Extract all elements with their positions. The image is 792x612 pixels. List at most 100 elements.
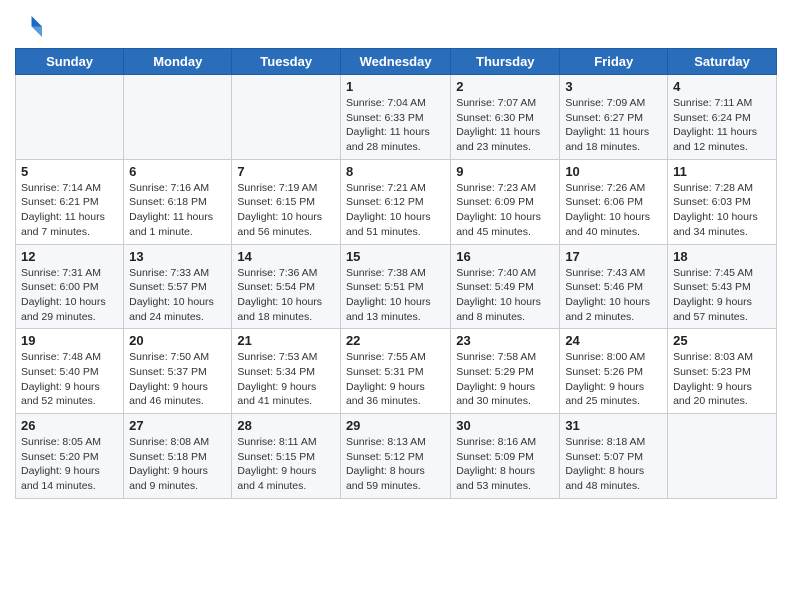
day-info: Sunrise: 7:45 AM Sunset: 5:43 PM Dayligh…: [673, 266, 771, 325]
day-info: Sunrise: 7:23 AM Sunset: 6:09 PM Dayligh…: [456, 181, 554, 240]
calendar-week-row: 26 Sunrise: 8:05 AM Sunset: 5:20 PM Dayli…: [16, 414, 777, 499]
day-number: 21: [237, 333, 335, 348]
day-info: Sunrise: 8:00 AM Sunset: 5:26 PM Dayligh…: [565, 350, 662, 409]
calendar-cell: [668, 414, 777, 499]
calendar-cell: 5 Sunrise: 7:14 AM Sunset: 6:21 PM Daylig…: [16, 159, 124, 244]
day-number: 29: [346, 418, 445, 433]
calendar-week-row: 12Sunrise: 7:31 AM Sunset: 6:00 PM Dayli…: [16, 244, 777, 329]
calendar-week-row: 1Sunrise: 7:04 AM Sunset: 6:33 PM Daylig…: [16, 75, 777, 160]
calendar-cell: 19Sunrise: 7:48 AM Sunset: 5:40 PM Dayli…: [16, 329, 124, 414]
calendar-cell: 14 Sunrise: 7:36 AM Sunset: 5:54 PM Dayli…: [232, 244, 341, 329]
calendar-cell: 16 Sunrise: 7:40 AM Sunset: 5:49 PM Dayli…: [451, 244, 560, 329]
day-info: Sunrise: 8:03 AM Sunset: 5:23 PM Dayligh…: [673, 350, 771, 409]
day-number: 28: [237, 418, 335, 433]
day-number: 26: [21, 418, 118, 433]
weekday-header-tuesday: Tuesday: [232, 49, 341, 75]
weekday-header-saturday: Saturday: [668, 49, 777, 75]
day-info: Sunrise: 7:53 AM Sunset: 5:34 PM Dayligh…: [237, 350, 335, 409]
day-number: 13: [129, 249, 226, 264]
logo: [15, 10, 49, 40]
day-number: 4: [673, 79, 771, 94]
day-info: Sunrise: 7:21 AM Sunset: 6:12 PM Dayligh…: [346, 181, 445, 240]
day-info: Sunrise: 7:38 AM Sunset: 5:51 PM Dayligh…: [346, 266, 445, 325]
day-info: Sunrise: 7:19 AM Sunset: 6:15 PM Dayligh…: [237, 181, 335, 240]
calendar-cell: 17Sunrise: 7:43 AM Sunset: 5:46 PM Dayli…: [560, 244, 668, 329]
calendar-cell: 9 Sunrise: 7:23 AM Sunset: 6:09 PM Daylig…: [451, 159, 560, 244]
calendar-cell: 13 Sunrise: 7:33 AM Sunset: 5:57 PM Dayli…: [124, 244, 232, 329]
day-number: 7: [237, 164, 335, 179]
calendar-cell: 15 Sunrise: 7:38 AM Sunset: 5:51 PM Dayli…: [340, 244, 450, 329]
calendar-cell: 28 Sunrise: 8:11 AM Sunset: 5:15 PM Dayli…: [232, 414, 341, 499]
calendar-cell: 8 Sunrise: 7:21 AM Sunset: 6:12 PM Daylig…: [340, 159, 450, 244]
calendar-cell: 3 Sunrise: 7:09 AM Sunset: 6:27 PM Daylig…: [560, 75, 668, 160]
calendar-table: SundayMondayTuesdayWednesdayThursdayFrid…: [15, 48, 777, 499]
day-number: 24: [565, 333, 662, 348]
day-info: Sunrise: 7:09 AM Sunset: 6:27 PM Dayligh…: [565, 96, 662, 155]
day-number: 6: [129, 164, 226, 179]
day-info: Sunrise: 8:13 AM Sunset: 5:12 PM Dayligh…: [346, 435, 445, 494]
day-info: Sunrise: 8:11 AM Sunset: 5:15 PM Dayligh…: [237, 435, 335, 494]
day-info: Sunrise: 7:40 AM Sunset: 5:49 PM Dayligh…: [456, 266, 554, 325]
calendar-cell: 29 Sunrise: 8:13 AM Sunset: 5:12 PM Dayli…: [340, 414, 450, 499]
day-info: Sunrise: 8:18 AM Sunset: 5:07 PM Dayligh…: [565, 435, 662, 494]
day-info: Sunrise: 7:11 AM Sunset: 6:24 PM Dayligh…: [673, 96, 771, 155]
day-number: 16: [456, 249, 554, 264]
calendar-cell: 20Sunrise: 7:50 AM Sunset: 5:37 PM Dayli…: [124, 329, 232, 414]
day-number: 25: [673, 333, 771, 348]
calendar-cell: 10Sunrise: 7:26 AM Sunset: 6:06 PM Dayli…: [560, 159, 668, 244]
day-info: Sunrise: 7:04 AM Sunset: 6:33 PM Dayligh…: [346, 96, 445, 155]
calendar-cell: 6 Sunrise: 7:16 AM Sunset: 6:18 PM Daylig…: [124, 159, 232, 244]
day-number: 19: [21, 333, 118, 348]
day-number: 15: [346, 249, 445, 264]
weekday-header-wednesday: Wednesday: [340, 49, 450, 75]
weekday-header-monday: Monday: [124, 49, 232, 75]
day-number: 18: [673, 249, 771, 264]
day-info: Sunrise: 7:14 AM Sunset: 6:21 PM Dayligh…: [21, 181, 118, 240]
calendar-cell: 27 Sunrise: 8:08 AM Sunset: 5:18 PM Dayli…: [124, 414, 232, 499]
day-number: 30: [456, 418, 554, 433]
weekday-header-thursday: Thursday: [451, 49, 560, 75]
day-info: Sunrise: 7:33 AM Sunset: 5:57 PM Dayligh…: [129, 266, 226, 325]
calendar-cell: 30Sunrise: 8:16 AM Sunset: 5:09 PM Dayli…: [451, 414, 560, 499]
day-info: Sunrise: 7:16 AM Sunset: 6:18 PM Dayligh…: [129, 181, 226, 240]
calendar-week-row: 19Sunrise: 7:48 AM Sunset: 5:40 PM Dayli…: [16, 329, 777, 414]
page: SundayMondayTuesdayWednesdayThursdayFrid…: [0, 0, 792, 514]
day-number: 22: [346, 333, 445, 348]
day-number: 27: [129, 418, 226, 433]
calendar-cell: 21 Sunrise: 7:53 AM Sunset: 5:34 PM Dayli…: [232, 329, 341, 414]
day-number: 9: [456, 164, 554, 179]
day-info: Sunrise: 8:05 AM Sunset: 5:20 PM Dayligh…: [21, 435, 118, 494]
day-number: 23: [456, 333, 554, 348]
day-number: 3: [565, 79, 662, 94]
weekday-header-friday: Friday: [560, 49, 668, 75]
calendar-cell: 4 Sunrise: 7:11 AM Sunset: 6:24 PM Daylig…: [668, 75, 777, 160]
calendar-cell: 11 Sunrise: 7:28 AM Sunset: 6:03 PM Dayli…: [668, 159, 777, 244]
day-number: 2: [456, 79, 554, 94]
day-info: Sunrise: 7:28 AM Sunset: 6:03 PM Dayligh…: [673, 181, 771, 240]
weekday-header-row: SundayMondayTuesdayWednesdayThursdayFrid…: [16, 49, 777, 75]
calendar-cell: [16, 75, 124, 160]
day-number: 5: [21, 164, 118, 179]
calendar-cell: 26 Sunrise: 8:05 AM Sunset: 5:20 PM Dayli…: [16, 414, 124, 499]
day-info: Sunrise: 7:55 AM Sunset: 5:31 PM Dayligh…: [346, 350, 445, 409]
day-number: 10: [565, 164, 662, 179]
logo-icon: [15, 10, 45, 40]
day-number: 14: [237, 249, 335, 264]
calendar-cell: [124, 75, 232, 160]
day-info: Sunrise: 8:08 AM Sunset: 5:18 PM Dayligh…: [129, 435, 226, 494]
calendar-cell: 25 Sunrise: 8:03 AM Sunset: 5:23 PM Dayli…: [668, 329, 777, 414]
day-number: 8: [346, 164, 445, 179]
calendar-cell: 18 Sunrise: 7:45 AM Sunset: 5:43 PM Dayli…: [668, 244, 777, 329]
day-info: Sunrise: 7:36 AM Sunset: 5:54 PM Dayligh…: [237, 266, 335, 325]
header: [15, 10, 777, 40]
calendar-cell: 2Sunrise: 7:07 AM Sunset: 6:30 PM Daylig…: [451, 75, 560, 160]
calendar-cell: 24 Sunrise: 8:00 AM Sunset: 5:26 PM Dayli…: [560, 329, 668, 414]
day-number: 12: [21, 249, 118, 264]
calendar-cell: 31Sunrise: 8:18 AM Sunset: 5:07 PM Dayli…: [560, 414, 668, 499]
day-number: 17: [565, 249, 662, 264]
calendar-cell: 22 Sunrise: 7:55 AM Sunset: 5:31 PM Dayli…: [340, 329, 450, 414]
day-number: 11: [673, 164, 771, 179]
weekday-header-sunday: Sunday: [16, 49, 124, 75]
day-number: 20: [129, 333, 226, 348]
calendar-cell: 23Sunrise: 7:58 AM Sunset: 5:29 PM Dayli…: [451, 329, 560, 414]
